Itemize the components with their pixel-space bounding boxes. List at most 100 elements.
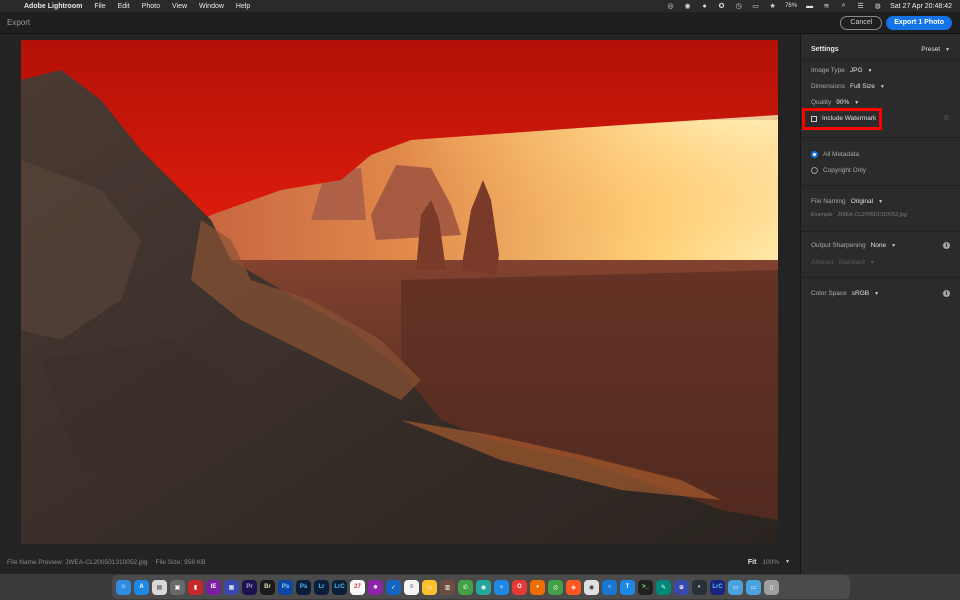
settings-heading: Settings xyxy=(811,46,839,53)
bookmark-app-icon[interactable]: ▮ xyxy=(188,579,203,595)
metadata-copyright-radio[interactable] xyxy=(811,167,818,174)
image-type-chevron-down-icon[interactable]: ▼ xyxy=(868,68,873,74)
metadata-all-radio[interactable] xyxy=(811,151,818,158)
menu-photo[interactable]: Photo xyxy=(136,3,166,10)
feather-app-icon[interactable]: ✎ xyxy=(656,579,671,595)
menu-app-name[interactable]: Adobe Lightroom xyxy=(18,3,88,10)
export-titlebar: Export Cancel Export 1 Photo xyxy=(0,12,960,34)
iedit-app-icon[interactable]: IE xyxy=(206,579,221,595)
mesa-arch-photo xyxy=(21,40,778,544)
image-type-dropdown[interactable]: JPG xyxy=(850,67,863,74)
typora-icon[interactable]: T xyxy=(620,579,635,595)
color-space-dropdown[interactable]: sRGB xyxy=(852,290,869,297)
zoom-chevron-down-icon[interactable]: ▼ xyxy=(785,559,790,565)
dimensions-chevron-down-icon[interactable]: ▼ xyxy=(880,84,885,90)
photoshop-icon[interactable]: Ps xyxy=(278,579,293,595)
battery-icon[interactable]: ▬ xyxy=(805,2,814,10)
trash-icon[interactable]: ▯ xyxy=(764,579,779,595)
tasks-icon[interactable]: ✓ xyxy=(386,579,401,595)
lrc-dock-icon[interactable]: LrC xyxy=(710,579,725,595)
terminal-icon[interactable]: >_ xyxy=(638,579,653,595)
gallery-app-icon[interactable]: ▦ xyxy=(224,579,239,595)
menu-file[interactable]: File xyxy=(88,3,111,10)
photoshop-beta-icon[interactable]: Ps xyxy=(296,579,311,595)
file-naming-label: File Naming xyxy=(811,198,846,205)
sharpening-dropdown[interactable]: None xyxy=(871,242,887,249)
menu-window[interactable]: Window xyxy=(193,3,230,10)
camera-app-icon[interactable]: ◉ xyxy=(584,579,599,595)
safari-icon[interactable]: ✧ xyxy=(494,579,509,595)
sync-icon[interactable]: ◉ xyxy=(683,2,692,10)
downloads-folder-icon[interactable]: ▭ xyxy=(728,579,743,595)
file-naming-dropdown[interactable]: Original xyxy=(851,198,873,205)
preview-app-icon[interactable]: ▤ xyxy=(152,579,167,595)
color-space-chevron-down-icon[interactable]: ▼ xyxy=(874,291,879,297)
zoom-fit-button[interactable]: Fit xyxy=(748,559,757,566)
sharpening-info-icon[interactable]: i xyxy=(943,242,950,249)
export-button[interactable]: Export 1 Photo xyxy=(886,15,952,30)
menu-clock[interactable]: Sat 27 Apr 20:48:42 xyxy=(890,3,952,10)
control-center-icon[interactable]: ☰ xyxy=(856,2,865,10)
example-value: JWEA-CL200501310052.jpg xyxy=(837,212,908,218)
firefox-icon[interactable]: ◕ xyxy=(530,579,545,595)
color-space-info-icon[interactable]: i xyxy=(943,290,950,297)
opera-icon[interactable]: O xyxy=(512,579,527,595)
calendar-icon[interactable]: 27 xyxy=(350,579,365,595)
finder-icon[interactable]: ☺ xyxy=(116,579,131,595)
brave-icon[interactable]: ◈ xyxy=(566,579,581,595)
siri-icon[interactable]: ◍ xyxy=(873,2,882,10)
lightroom-icon[interactable]: Lr xyxy=(314,579,329,595)
photo-app-icon[interactable]: ▣ xyxy=(170,579,185,595)
premiere-icon[interactable]: Pr xyxy=(242,579,257,595)
display-icon[interactable]: ▭ xyxy=(751,2,760,10)
file-naming-chevron-down-icon[interactable]: ▼ xyxy=(878,199,883,205)
file-naming-row: File Naming Original ▼ xyxy=(811,198,883,205)
dock: ☺ A ▤ ▣ ▮ IE ▦ Pr Br Ps Ps Lr LrC 27 ✸ ✓… xyxy=(0,574,960,600)
dimensions-dropdown[interactable]: Full Size xyxy=(850,83,875,90)
color-space-row: Color Space sRGB ▼ xyxy=(811,290,879,297)
notes-icon[interactable]: ≡ xyxy=(404,579,419,595)
documents-folder-icon[interactable]: ▭ xyxy=(746,579,761,595)
downloader-icon[interactable]: ◐ xyxy=(692,579,707,595)
menu-edit[interactable]: Edit xyxy=(112,3,136,10)
lightroom-classic-icon[interactable]: LrC xyxy=(332,579,347,595)
menu-view[interactable]: View xyxy=(166,3,193,10)
preset-dropdown[interactable]: Preset ▼ xyxy=(921,46,950,53)
metadata-copyright-row[interactable]: Copyright Only xyxy=(811,167,866,174)
app-store-icon[interactable]: A xyxy=(134,579,149,595)
star-icon[interactable]: ★ xyxy=(768,2,777,10)
menu-help[interactable]: Help xyxy=(230,3,256,10)
search-icon[interactable]: ⌕ xyxy=(839,2,848,10)
watermark-gear-icon[interactable]: ⚙ xyxy=(943,114,949,122)
whatsapp-icon[interactable]: ✆ xyxy=(458,579,473,595)
vpn-icon[interactable]: ⊕ xyxy=(674,579,689,595)
color-space-label: Color Space xyxy=(811,290,847,297)
wifi-icon[interactable]: ≋ xyxy=(822,2,831,10)
quality-dropdown[interactable]: 90% xyxy=(836,99,849,106)
metadata-all-label[interactable]: All Metadata xyxy=(823,151,859,158)
metadata-all-row[interactable]: All Metadata xyxy=(811,151,859,158)
sharpening-chevron-down-icon[interactable]: ▼ xyxy=(891,243,896,249)
extension-icon[interactable]: ✪ xyxy=(717,2,726,10)
archive-icon[interactable]: ▥ xyxy=(440,579,455,595)
quality-row: Quality 90% ▼ xyxy=(811,99,859,106)
cancel-button[interactable]: Cancel xyxy=(840,15,883,30)
bridge-icon[interactable]: Br xyxy=(260,579,275,595)
zoom-percent-button[interactable]: 100% xyxy=(762,559,779,566)
launchpad-icon[interactable]: ✸ xyxy=(368,579,383,595)
battery-percent: 76% xyxy=(785,3,798,9)
metadata-copyright-label[interactable]: Copyright Only xyxy=(823,167,866,174)
quality-chevron-down-icon[interactable]: ▼ xyxy=(854,100,859,106)
status-icons: ◎ ◉ ● ✪ ◷ ▭ ★ 76% ▬ ≋ ⌕ ☰ ◍ Sat 27 Apr 2… xyxy=(666,2,960,10)
clock-icon[interactable]: ◷ xyxy=(734,2,743,10)
file-naming-example: Example JWEA-CL200501310052.jpg xyxy=(811,212,907,218)
dimensions-label: Dimensions xyxy=(811,83,845,90)
mic-icon[interactable]: ● xyxy=(700,2,709,10)
preset-label: Preset xyxy=(921,46,941,53)
signal-icon[interactable]: ○ xyxy=(602,579,617,595)
creative-cloud-icon[interactable]: ◎ xyxy=(666,2,675,10)
messages-icon[interactable]: ◉ xyxy=(476,579,491,595)
chrome-icon[interactable]: ◎ xyxy=(548,579,563,595)
stickies-icon[interactable]: ▭ xyxy=(422,579,437,595)
image-type-label: Image Type xyxy=(811,67,845,74)
